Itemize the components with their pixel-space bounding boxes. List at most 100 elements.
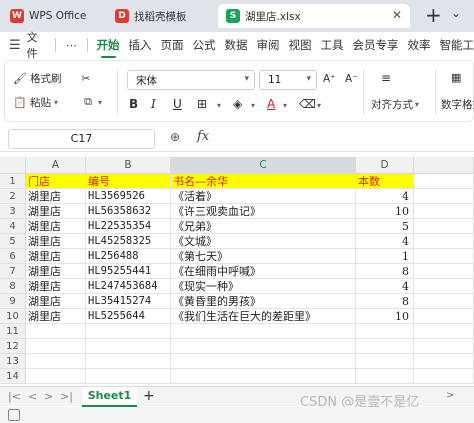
chevron-down-icon[interactable]: ▾	[217, 101, 221, 110]
row-header[interactable]: 10	[0, 309, 26, 324]
grid-cell[interactable]: 湖里店	[26, 189, 86, 204]
grid-cell[interactable]: 《文城》	[171, 234, 356, 249]
grid-cell[interactable]: HL56358632	[86, 204, 171, 219]
grid-cell[interactable]: 本数	[356, 174, 414, 189]
row-header[interactable]: 9	[0, 294, 26, 309]
grid-cell[interactable]: 10	[356, 309, 414, 324]
menu-page[interactable]: 页面	[161, 37, 184, 53]
increase-font-icon[interactable]: A⁺	[323, 73, 336, 85]
grid-cell[interactable]: HL5255644	[86, 309, 171, 324]
grid-cell[interactable]: 《我们生活在巨大的差距里》	[171, 309, 356, 324]
grid-cell[interactable]	[26, 324, 86, 339]
grid-cell[interactable]: HL35415274	[86, 294, 171, 309]
grid-cell[interactable]: 《黄昏里的男孩》	[171, 294, 356, 309]
tab-workbook[interactable]: S 湖里店.xlsx ✕	[218, 4, 410, 28]
grid-cell[interactable]	[171, 339, 356, 354]
grid-cell[interactable]: 8	[356, 264, 414, 279]
grid-cell[interactable]	[86, 369, 171, 384]
grid-cell[interactable]: 4	[356, 234, 414, 249]
chevron-down-icon[interactable]: ▾	[317, 101, 321, 110]
row-header[interactable]: 11	[0, 324, 26, 339]
grid-cell[interactable]: 4	[356, 279, 414, 294]
grid-cell[interactable]	[414, 309, 474, 324]
chevron-down-icon[interactable]: ▾	[251, 101, 255, 110]
grid-cell[interactable]: 10	[356, 204, 414, 219]
grid-cell[interactable]: 湖里店	[26, 234, 86, 249]
grid-cell[interactable]	[414, 279, 474, 294]
grid-cell[interactable]: 湖里店	[26, 204, 86, 219]
grid-cell[interactable]: HL22535354	[86, 219, 171, 234]
column-header-a[interactable]: A	[26, 157, 86, 174]
chevron-down-icon[interactable]: ⌄	[451, 6, 461, 20]
italic-button[interactable]: I	[151, 97, 156, 111]
last-sheet-icon[interactable]: >|	[60, 390, 73, 403]
font-color-button[interactable]: A	[267, 97, 275, 111]
grid-cell[interactable]	[86, 339, 171, 354]
alignment-button[interactable]: 对齐方式 ▾	[371, 97, 419, 112]
grid-cell[interactable]	[414, 189, 474, 204]
grid-cell[interactable]	[414, 369, 474, 384]
grid-cell[interactable]	[26, 369, 86, 384]
grid-cell[interactable]: HL95255441	[86, 264, 171, 279]
grid-cell[interactable]	[414, 204, 474, 219]
tab-docer-templates[interactable]: D 找稻壳模板	[107, 4, 214, 28]
grid-cell[interactable]: 《活着》	[171, 189, 356, 204]
grid-cell[interactable]: 书名—余华	[171, 174, 356, 189]
tab-wps-office[interactable]: W WPS Office	[2, 4, 102, 28]
grid-cell[interactable]: 湖里店	[26, 294, 86, 309]
grid-cell[interactable]: 《许三观卖血记》	[171, 204, 356, 219]
grid-cell[interactable]	[414, 339, 474, 354]
copy-button[interactable]: ⧉ ▾	[81, 95, 102, 109]
font-name-select[interactable]: 宋体 ▾	[127, 70, 255, 90]
row-header[interactable]: 1	[0, 174, 26, 189]
grid-cell[interactable]	[414, 264, 474, 279]
prev-sheet-icon[interactable]: <	[28, 390, 37, 403]
sheet-tab-sheet1[interactable]: Sheet1	[82, 387, 137, 407]
grid-cell[interactable]	[356, 324, 414, 339]
row-header[interactable]: 12	[0, 339, 26, 354]
fx-icon[interactable]: fx	[197, 129, 209, 144]
grid-cell[interactable]: HL45258325	[86, 234, 171, 249]
menu-ai[interactable]: 智能工	[440, 37, 474, 53]
scroll-right-icon[interactable]: >	[446, 390, 454, 401]
formula-input[interactable]	[220, 129, 470, 149]
grid-cell[interactable]: 湖里店	[26, 279, 86, 294]
grid-cell[interactable]	[414, 294, 474, 309]
next-sheet-icon[interactable]: >	[44, 390, 53, 403]
grid-cell[interactable]	[414, 324, 474, 339]
grid-cell[interactable]: HL3569526	[86, 189, 171, 204]
grid-cell[interactable]	[356, 339, 414, 354]
clear-format-icon[interactable]: ⌫	[299, 97, 316, 111]
menu-data[interactable]: 数据	[225, 37, 248, 53]
grid-cell[interactable]	[414, 249, 474, 264]
menu-view[interactable]: 视图	[289, 37, 312, 53]
grid-cell[interactable]	[356, 354, 414, 369]
font-size-select[interactable]: 11 ▾	[259, 70, 317, 90]
grid-cell[interactable]: 《兄弟》	[171, 219, 356, 234]
fill-color-icon[interactable]: ◈	[233, 97, 242, 111]
grid-cell[interactable]	[26, 339, 86, 354]
underline-button[interactable]: U	[173, 97, 182, 111]
row-header[interactable]: 5	[0, 234, 26, 249]
grid-cell[interactable]: 湖里店	[26, 219, 86, 234]
grid-cell[interactable]	[86, 354, 171, 369]
row-header[interactable]: 14	[0, 369, 26, 384]
grid-cell[interactable]: 1	[356, 249, 414, 264]
format-painter-button[interactable]: 🖌 格式刷	[13, 71, 61, 86]
cut-button[interactable]: ✂	[79, 71, 96, 85]
number-format-button[interactable]: 数字格式	[441, 97, 474, 112]
grid-cell[interactable]	[26, 354, 86, 369]
grid-cell[interactable]: 门店	[26, 174, 86, 189]
name-box[interactable]: C17	[8, 129, 155, 149]
grid-cell[interactable]: 编号	[86, 174, 171, 189]
grid-cell[interactable]: 湖里店	[26, 309, 86, 324]
first-sheet-icon[interactable]: |<	[8, 390, 21, 403]
row-header[interactable]: 6	[0, 249, 26, 264]
column-header-d[interactable]: D	[356, 157, 414, 174]
menu-tools[interactable]: 工具	[321, 37, 344, 53]
paste-button[interactable]: 📋 粘贴 ▾	[13, 95, 58, 110]
grid-cell[interactable]: HL256488	[86, 249, 171, 264]
add-sheet-button[interactable]: +	[143, 388, 155, 404]
grid-cell[interactable]: 湖里店	[26, 249, 86, 264]
menu-insert[interactable]: 插入	[129, 37, 152, 53]
